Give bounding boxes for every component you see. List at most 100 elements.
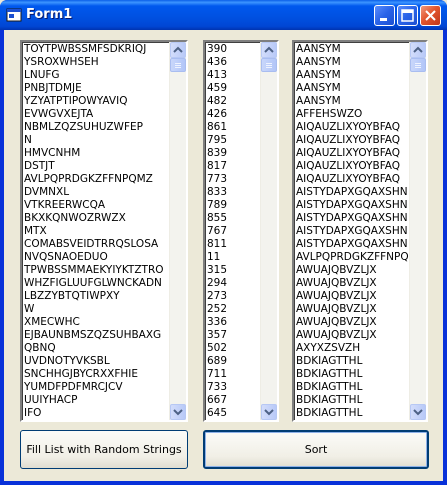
maximize-button[interactable] [397,5,418,26]
list-item[interactable]: UVDNOTYVKSBL [24,355,164,368]
list-item[interactable]: 811 [207,238,227,251]
scroll-thumb[interactable] [170,58,186,72]
list-item[interactable]: AISTYDAPXGQAXSHN [296,199,409,212]
list-item[interactable]: AIQAUZLIXYOYBFAQ [296,147,409,160]
list-item[interactable]: N [24,134,164,147]
numbers-listbox[interactable]: 390 436 413 459 482 426 861 795 839 817 773 833 789 8… [203,40,279,422]
list-item[interactable]: NVQSNAOEDUO [24,251,164,264]
list-item[interactable]: YUMDFPDFMRCJCV [24,381,164,394]
list-item[interactable]: 436 [207,56,227,69]
list-item[interactable]: EJBAUNBMSZQZSUHBAXG [24,329,164,342]
list-item[interactable]: LBZZYBTQTIWPXY [24,290,164,303]
list-item[interactable]: 273 [207,290,227,303]
sort-button[interactable]: Sort [203,430,429,469]
list-item[interactable]: 459 [207,82,227,95]
scroll-up-button[interactable] [410,42,426,58]
list-item[interactable]: 645 [207,407,227,420]
list-item[interactable]: AVLPQPRDGKZFFNPQ [296,251,409,264]
minimize-button[interactable] [374,5,395,26]
random-strings-scrollbar[interactable] [169,42,186,420]
list-item[interactable]: AWUAJQBVZLJX [296,329,409,342]
list-item[interactable]: AANSYM [296,95,409,108]
list-item[interactable]: 11 [207,251,227,264]
list-item[interactable]: NBMLZQZSUHUZWFEP [24,121,164,134]
list-item[interactable]: QBNQ [24,342,164,355]
list-item[interactable]: 839 [207,147,227,160]
sorted-strings-listbox[interactable]: AANSYM AANSYM AANSYM AANSYM AANSYM AFFEHSWZO A… [292,40,428,422]
list-item[interactable]: AWUAJQBVZLJX [296,290,409,303]
list-item[interactable]: XMECWHC [24,316,164,329]
list-item[interactable]: 294 [207,277,227,290]
list-item[interactable]: LNUFG [24,69,164,82]
list-item[interactable]: BDKIAGTTHL [296,355,409,368]
list-item[interactable]: 855 [207,212,227,225]
list-item[interactable]: AANSYM [296,56,409,69]
list-item[interactable]: UUIYHACP [24,394,164,407]
list-item[interactable]: 482 [207,95,227,108]
list-item[interactable]: TPWBSSMMAEKYIYKTZTRO [24,264,164,277]
list-item[interactable]: 336 [207,316,227,329]
list-item[interactable]: 773 [207,173,227,186]
list-item[interactable]: BDKIAGTTHL [296,381,409,394]
list-item[interactable]: AANSYM [296,69,409,82]
scroll-up-button[interactable] [261,42,277,58]
scroll-down-button[interactable] [170,404,186,420]
numbers-scrollbar[interactable] [260,42,277,420]
scroll-up-button[interactable] [170,42,186,58]
list-item[interactable]: IFO [24,407,164,420]
random-strings-listbox[interactable]: TOYTPWBSSMFSDKRIQJ YSROXWHSEH LNUFG PNBJTDM… [20,40,188,422]
list-item[interactable]: AIQAUZLIXYOYBFAQ [296,134,409,147]
list-item[interactable]: AIQAUZLIXYOYBFAQ [296,160,409,173]
list-item[interactable]: BDKIAGTTHL [296,407,409,420]
list-item[interactable]: 390 [207,43,227,56]
list-item[interactable]: WHZFIGLUUFGLWNCKADN [24,277,164,290]
close-button[interactable] [420,5,441,26]
list-item[interactable]: TOYTPWBSSMFSDKRIQJ [24,43,164,56]
list-item[interactable]: 426 [207,108,227,121]
scroll-thumb[interactable] [410,58,426,72]
list-item[interactable]: MTX [24,225,164,238]
list-item[interactable]: AISTYDAPXGQAXSHN [296,238,409,251]
list-item[interactable]: 315 [207,264,227,277]
list-item[interactable]: 252 [207,303,227,316]
sorted-strings-scrollbar[interactable] [409,42,426,420]
list-item[interactable]: 817 [207,160,227,173]
list-item[interactable]: W [24,303,164,316]
list-item[interactable]: YSROXWHSEH [24,56,164,69]
list-item[interactable]: AIQAUZLIXYOYBFAQ [296,173,409,186]
list-item[interactable]: 667 [207,394,227,407]
title-bar[interactable]: Form1 [0,0,447,30]
list-item[interactable]: EVWGVXEJTA [24,108,164,121]
fill-list-button[interactable]: Fill List with Random Strings [20,430,188,469]
list-item[interactable]: YZYATPTIPOWYAVIQ [24,95,164,108]
list-item[interactable]: BDKIAGTTHL [296,368,409,381]
list-item[interactable]: AXYXZSVZH [296,342,409,355]
scroll-down-button[interactable] [261,404,277,420]
list-item[interactable]: DSTJT [24,160,164,173]
list-item[interactable]: 795 [207,134,227,147]
list-item[interactable]: AISTYDAPXGQAXSHN [296,186,409,199]
list-item[interactable]: COMABSVEIDTRRQSLOSA [24,238,164,251]
list-item[interactable]: 861 [207,121,227,134]
list-item[interactable]: AISTYDAPXGQAXSHN [296,212,409,225]
list-item[interactable]: AWUAJQBVZLJX [296,303,409,316]
list-item[interactable]: AANSYM [296,82,409,95]
list-item[interactable]: VTKREERWCQA [24,199,164,212]
list-item[interactable]: HMVCNHM [24,147,164,160]
list-item[interactable]: BDKIAGTTHL [296,394,409,407]
list-item[interactable]: 711 [207,368,227,381]
list-item[interactable]: AFFEHSWZO [296,108,409,121]
list-item[interactable]: 733 [207,381,227,394]
list-item[interactable]: DVMNXL [24,186,164,199]
list-item[interactable]: AISTYDAPXGQAXSHN [296,225,409,238]
list-item[interactable]: BKXKQNWOZRWZX [24,212,164,225]
list-item[interactable]: 767 [207,225,227,238]
list-item[interactable]: 833 [207,186,227,199]
scroll-down-button[interactable] [410,404,426,420]
list-item[interactable]: AWUAJQBVZLJX [296,316,409,329]
list-item[interactable]: 413 [207,69,227,82]
list-item[interactable]: AWUAJQBVZLJX [296,264,409,277]
list-item[interactable]: AWUAJQBVZLJX [296,277,409,290]
list-item[interactable]: PNBJTDMJE [24,82,164,95]
list-item[interactable]: AIQAUZLIXYOYBFAQ [296,121,409,134]
